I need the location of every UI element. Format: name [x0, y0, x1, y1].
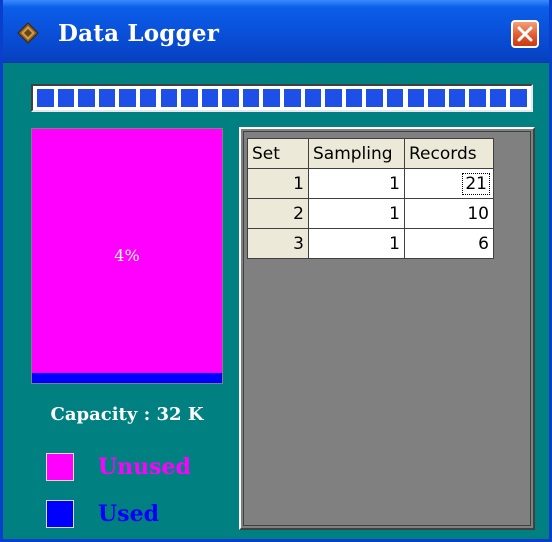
progress-segment: [510, 89, 527, 107]
data-logger-window: Data Logger 4% Capacity : 32 K Unused Us…: [0, 0, 552, 542]
progress-segment: [304, 89, 322, 107]
window-title: Data Logger: [58, 20, 220, 47]
row-set-number[interactable]: 3: [247, 228, 309, 259]
records-cell[interactable]: 10: [404, 198, 494, 229]
sampling-cell[interactable]: 1: [308, 198, 405, 229]
records-table: Set Sampling Records 1 1 21 2 1 10 3 1 6: [247, 138, 494, 259]
sampling-cell[interactable]: 1: [308, 168, 405, 199]
progress-segment: [325, 89, 342, 107]
column-header-sampling[interactable]: Sampling: [308, 138, 405, 169]
memory-usage-panel: 4%: [31, 128, 223, 384]
progress-segment: [98, 89, 116, 107]
title-bar[interactable]: Data Logger: [3, 0, 549, 63]
table-row[interactable]: 1 1 21: [247, 168, 494, 199]
used-legend-swatch: [46, 500, 74, 528]
sampling-cell[interactable]: 1: [308, 228, 405, 259]
progress-segment: [386, 89, 404, 107]
close-icon: [517, 26, 533, 42]
capacity-label: Capacity : 32 K: [50, 404, 204, 425]
progress-segment: [139, 89, 157, 107]
table-header-row: Set Sampling Records: [247, 138, 494, 169]
records-grid-panel: Set Sampling Records 1 1 21 2 1 10 3 1 6: [239, 127, 535, 530]
column-header-set[interactable]: Set: [247, 138, 309, 169]
progress-segment: [160, 89, 178, 107]
progress-segment: [469, 89, 486, 107]
records-cell[interactable]: 6: [404, 228, 494, 259]
progress-segment: [37, 89, 54, 107]
progress-segment: [428, 89, 445, 107]
used-legend-label: Used: [98, 501, 159, 527]
progress-segment: [201, 89, 219, 107]
used-memory-bar: [32, 373, 222, 383]
close-button[interactable]: [511, 20, 539, 48]
unused-legend-swatch: [46, 453, 74, 481]
row-set-number[interactable]: 1: [247, 168, 309, 199]
memory-percent-label: 4%: [114, 246, 140, 265]
progress-segment: [448, 89, 466, 107]
progress-segment: [119, 89, 136, 107]
progress-segment: [407, 89, 425, 107]
progress-segment: [345, 89, 363, 107]
records-cell[interactable]: 21: [404, 168, 494, 199]
progress-segment: [242, 89, 260, 107]
column-header-records[interactable]: Records: [404, 138, 494, 169]
table-row[interactable]: 2 1 10: [247, 198, 494, 229]
progress-segment: [366, 89, 383, 107]
records-grid[interactable]: Set Sampling Records 1 1 21 2 1 10 3 1 6: [243, 131, 531, 526]
progress-segment: [57, 89, 75, 107]
progress-segment: [181, 89, 198, 107]
table-row[interactable]: 3 1 6: [247, 228, 494, 259]
data-logger-app-icon[interactable]: [17, 22, 39, 44]
progress-bar: [31, 84, 533, 112]
row-set-number[interactable]: 2: [247, 198, 309, 229]
progress-track: [35, 89, 529, 107]
progress-segment: [263, 89, 280, 107]
progress-segment: [489, 89, 507, 107]
progress-segment: [222, 89, 239, 107]
unused-legend-label: Unused: [98, 454, 191, 480]
records-cell-value: 21: [462, 172, 490, 195]
progress-segment: [78, 89, 95, 107]
progress-segment: [284, 89, 301, 107]
